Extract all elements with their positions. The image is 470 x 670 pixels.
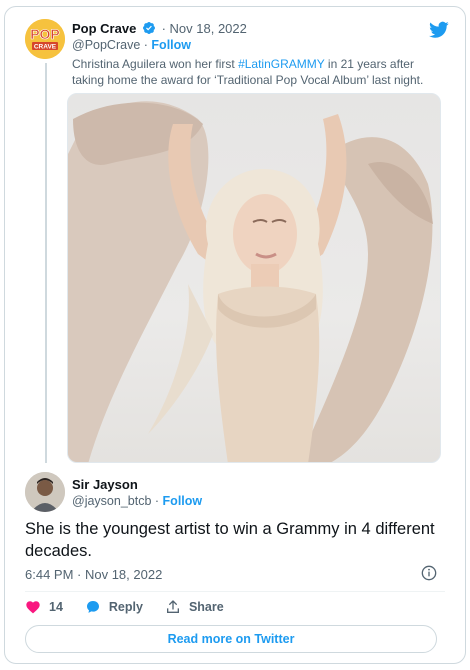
verified-badge-icon [142, 22, 155, 34]
tweet-photo[interactable] [67, 93, 441, 463]
share-button[interactable]: Share [165, 599, 224, 615]
sir-jayson-avatar[interactable] [25, 472, 65, 512]
svg-text:CRAVE: CRAVE [34, 44, 57, 51]
like-count: 14 [49, 600, 63, 614]
follow-popcrave-link[interactable]: Follow [151, 38, 191, 52]
parent-tweet-date[interactable]: Nov 18, 2022 [170, 21, 247, 36]
separator-dot: · [154, 494, 160, 508]
info-icon[interactable] [421, 565, 437, 581]
reply-tweet-text: She is the youngest artist to win a Gram… [25, 520, 435, 560]
parent-author-name[interactable]: Pop Crave [72, 21, 136, 36]
hashtag-link[interactable]: #LatinGRAMMY [238, 57, 324, 71]
embedded-tweet-card: POP CRAVE Pop Crave · Nov 18, 2022 @PopC… [4, 6, 466, 664]
parent-handle[interactable]: @PopCrave [72, 38, 140, 52]
tweet-timestamp[interactable]: 6:44 PM · Nov 18, 2022 [25, 567, 162, 582]
user-avatar-icon [25, 472, 65, 512]
parent-handle-row: @PopCrave · Follow [72, 38, 191, 52]
parent-tweet-text: Christina Aguilera won her first #LatinG… [72, 56, 444, 88]
thread-connector-line [45, 63, 47, 463]
separator-dot: · [143, 38, 148, 52]
reply-handle-row: @jayson_btcb · Follow [72, 494, 202, 508]
popcrave-logo-icon: POP CRAVE [25, 19, 65, 59]
reply-button[interactable]: Reply [85, 599, 143, 615]
reply-bubble-icon [86, 601, 99, 613]
like-button[interactable]: 14 [25, 599, 63, 615]
follow-jayson-link[interactable]: Follow [163, 494, 203, 508]
read-more-button[interactable]: Read more on Twitter [25, 625, 437, 653]
reply-author-name[interactable]: Sir Jayson [72, 477, 138, 492]
christina-aguilera-photo [68, 101, 433, 462]
twitter-bird-icon[interactable] [429, 21, 449, 39]
tweet-actions: 14 Reply Share [25, 599, 246, 615]
share-label: Share [188, 600, 224, 614]
popcrave-avatar[interactable]: POP CRAVE [25, 19, 65, 59]
separator-dot: · [161, 21, 166, 36]
parent-text-before: Christina Aguilera won her first [72, 57, 239, 71]
share-upload-icon [166, 600, 179, 613]
reply-handle[interactable]: @jayson_btcb [72, 494, 151, 508]
parent-tweet-header: Pop Crave · Nov 18, 2022 [72, 21, 247, 37]
heart-icon [26, 601, 40, 614]
reply-label: Reply [108, 600, 143, 614]
svg-text:POP: POP [30, 26, 60, 42]
divider [25, 591, 445, 592]
